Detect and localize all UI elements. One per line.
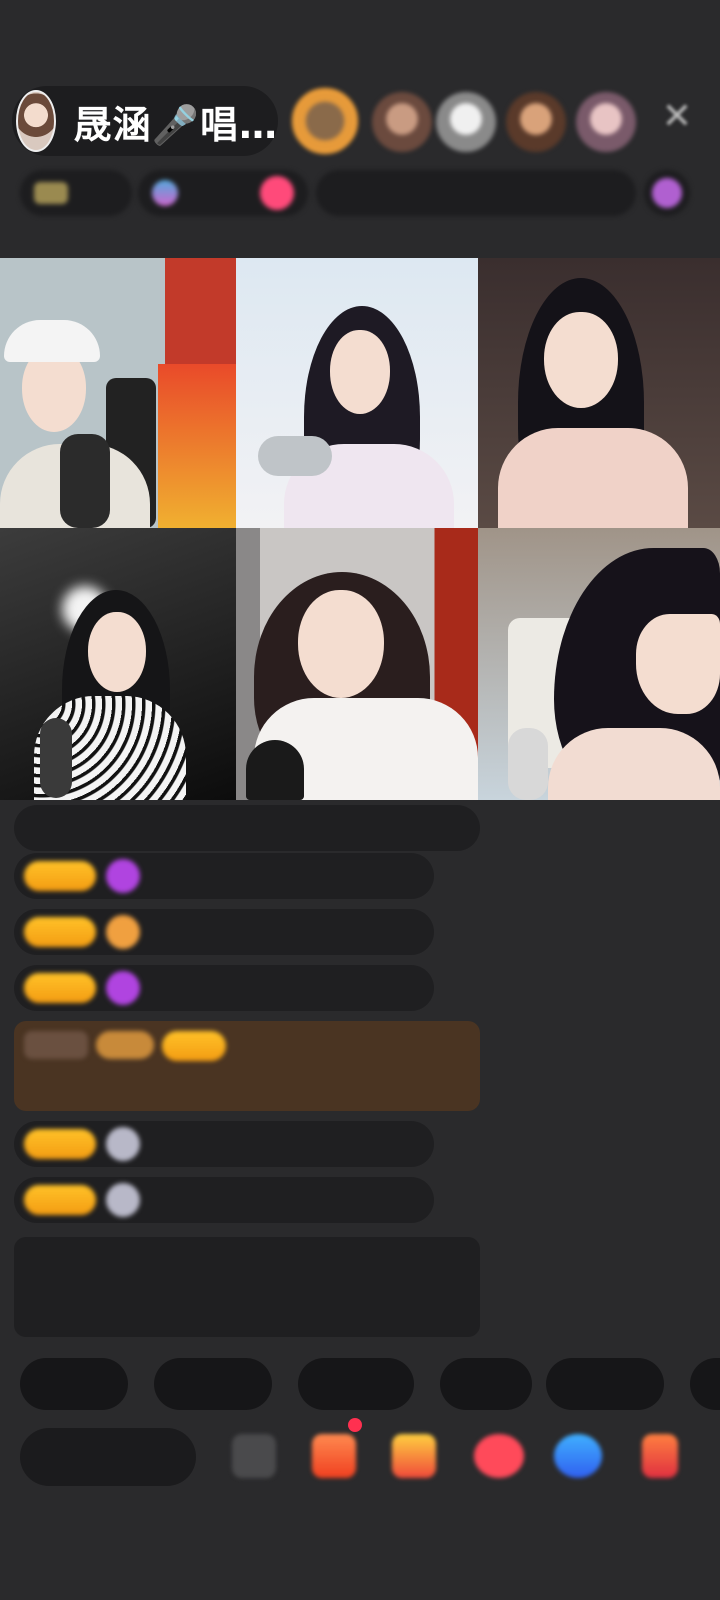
fan-level-badge [24,917,96,947]
host-info-pill[interactable]: 晟涵🎤唱… [12,86,278,156]
viewer-avatar-4[interactable] [506,92,566,152]
chat-message[interactable] [14,853,434,899]
gem-icon [106,1127,140,1161]
quick-reply-chip[interactable] [298,1358,414,1410]
chat-message[interactable] [14,1121,434,1167]
chat-message[interactable] [14,805,480,851]
quick-reply-chip[interactable] [154,1358,272,1410]
chat-message[interactable] [14,965,434,1011]
more-icon[interactable] [232,1434,276,1478]
viewer-avatar-3[interactable] [436,92,496,152]
hourly-rank-chip[interactable] [138,170,308,216]
gem-icon [106,859,140,893]
close-icon[interactable]: ✕ [660,99,694,135]
quick-reply-chip[interactable] [20,1358,128,1410]
video-tile-1[interactable] [0,258,236,528]
fan-level-badge [24,1129,96,1159]
gem-icon [106,971,140,1005]
gift-box-icon[interactable] [312,1434,356,1478]
chat-message[interactable] [14,909,434,955]
more-chip[interactable] [644,170,690,216]
fan-level-badge [162,1031,226,1061]
chat-message[interactable] [14,1177,434,1223]
quick-reply-chip[interactable] [690,1358,720,1410]
fan-level-badge [24,973,96,1003]
video-tile-5[interactable] [236,528,478,800]
quick-reply-row [20,1358,720,1410]
fan-level-badge [24,1185,96,1215]
gem-icon [106,1183,140,1217]
fan-level-badge [24,861,96,891]
viewer-avatar-1[interactable] [292,88,358,154]
announcement-chip[interactable] [316,170,636,216]
notification-dot [348,1418,362,1432]
gift-icon[interactable] [392,1434,436,1478]
viewer-avatar-5[interactable] [576,92,636,152]
chat-message-highlight[interactable] [14,1021,480,1111]
video-tile-2[interactable] [236,258,478,528]
comment-input[interactable] [20,1428,196,1486]
viewer-avatar-2[interactable] [372,92,432,152]
video-tile-3[interactable] [478,258,720,528]
share-icon[interactable] [642,1434,678,1478]
quick-reply-chip[interactable] [440,1358,532,1410]
multi-guest-video-grid [0,258,720,800]
video-tile-4[interactable] [0,528,236,800]
game-icon[interactable] [554,1434,602,1478]
video-tile-6[interactable] [478,528,720,800]
gem-icon [106,915,140,949]
host-avatar-icon[interactable] [16,90,56,152]
heart-icon[interactable] [474,1434,524,1478]
rank-chip[interactable] [20,170,132,216]
system-notice [14,1237,480,1337]
quick-reply-chip[interactable] [546,1358,664,1410]
host-name: 晟涵🎤唱… [73,102,278,147]
info-row [20,170,690,216]
